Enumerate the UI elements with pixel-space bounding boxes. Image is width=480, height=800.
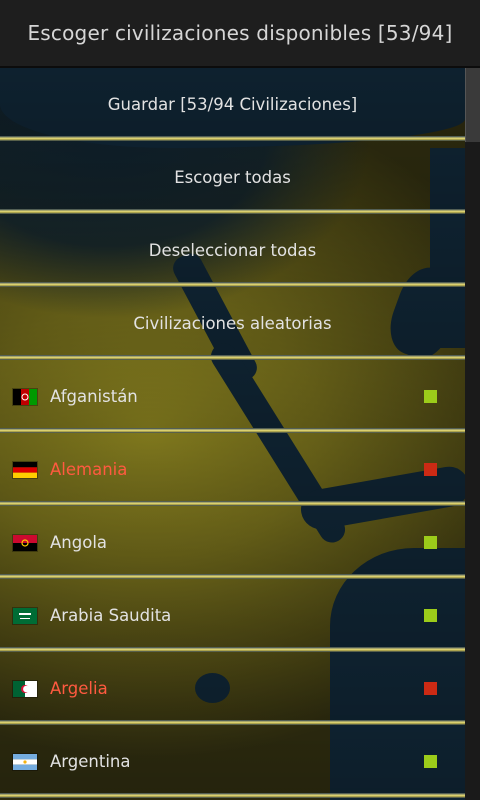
selected-checkbox[interactable] [424,536,437,549]
civilization-item-afghanistan[interactable]: Afganistán [0,360,465,433]
civilization-name: Argelia [50,679,108,698]
deselected-checkbox[interactable] [424,682,437,695]
angola-flag-icon [13,534,37,551]
deselected-checkbox[interactable] [424,463,437,476]
civilization-item-germany[interactable]: Alemania [0,433,465,506]
scrollbar-track[interactable] [465,68,480,800]
civilization-name: Arabia Saudita [50,606,172,625]
scrollbar-thumb[interactable] [465,68,480,142]
civilization-name: Angola [50,533,108,552]
civilization-item-argentina[interactable]: Argentina [0,725,465,798]
civilization-name: Afganistán [50,387,138,406]
selected-checkbox[interactable] [424,390,437,403]
select-all-button-label: Escoger todas [174,168,291,187]
random-civilizations-button[interactable]: Civilizaciones aleatorias [0,287,465,360]
deselect-all-button-label: Deseleccionar todas [148,241,317,260]
civilization-item-algeria[interactable]: Argelia [0,652,465,725]
selected-checkbox[interactable] [424,609,437,622]
title-bar: Escoger civilizaciones disponibles [53/9… [0,0,480,68]
algeria-flag-icon [13,680,37,697]
page-title: Escoger civilizaciones disponibles [53/9… [27,21,453,45]
civilization-item-saudi-arabia[interactable]: Arabia Saudita [0,579,465,652]
germany-flag-icon [13,461,37,478]
civilization-name: Alemania [50,460,128,479]
random-civilizations-button-label: Civilizaciones aleatorias [133,314,332,333]
civilization-name: Argentina [50,752,131,771]
save-button[interactable]: Guardar [53/94 Civilizaciones] [0,68,465,141]
saudi-arabia-flag-icon [13,607,37,624]
afghanistan-flag-icon [13,388,37,405]
save-button-label: Guardar [53/94 Civilizaciones] [107,95,358,114]
civilization-item-angola[interactable]: Angola [0,506,465,579]
select-all-button[interactable]: Escoger todas [0,141,465,214]
deselect-all-button[interactable]: Deseleccionar todas [0,214,465,287]
civilization-list: Guardar [53/94 Civilizaciones] Escoger t… [0,68,465,798]
argentina-flag-icon [13,753,37,770]
selected-checkbox[interactable] [424,755,437,768]
